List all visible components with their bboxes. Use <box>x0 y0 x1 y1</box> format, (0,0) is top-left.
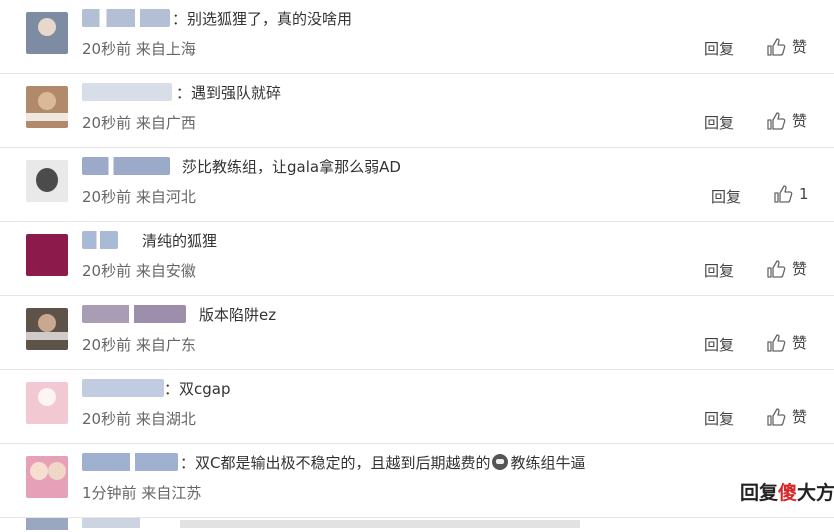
comment-time: 20秒前 <box>82 114 132 132</box>
reply-button[interactable]: 回复 <box>704 408 734 429</box>
username-blurred[interactable] <box>82 157 170 175</box>
comment-text-after: 教练组牛逼 <box>510 454 586 472</box>
comment-item: ：遇到强队就碎 20秒前 来自广西 回复 赞 <box>0 74 834 148</box>
username-blurred[interactable] <box>82 305 186 323</box>
like-button[interactable]: 赞 <box>766 258 807 279</box>
thumbs-up-icon <box>767 37 786 56</box>
watermark-part3: 大方 <box>797 482 834 504</box>
like-label: 赞 <box>792 38 808 56</box>
reply-button[interactable]: 回复 <box>704 38 734 59</box>
username-blurred[interactable] <box>82 379 164 397</box>
like-label: 赞 <box>792 408 808 426</box>
username-blurred[interactable] <box>82 518 140 528</box>
comment-location: 来自广东 <box>135 336 196 354</box>
avatar[interactable] <box>26 518 68 530</box>
like-button[interactable]: 赞 <box>766 406 807 427</box>
comment-text-before: ：双C都是输出极不稳定的，且越到后期越费的 <box>180 454 491 472</box>
username-blurred[interactable] <box>82 9 170 27</box>
comment-location: 来自湖北 <box>135 410 196 428</box>
like-label: 赞 <box>792 112 808 130</box>
like-button[interactable]: 赞 <box>766 332 807 353</box>
comment-item-partial <box>0 518 834 530</box>
reply-button[interactable]: 回复 <box>704 112 734 133</box>
like-count: 1 <box>799 185 809 203</box>
comment-time: 1分钟前 <box>82 484 137 502</box>
comment-item: ：双C都是输出极不稳定的，且越到后期越费的 教练组牛逼 1分钟前 来自江苏 回复 <box>0 444 834 518</box>
comment-location: 来自上海 <box>135 40 196 58</box>
comment-time: 20秒前 <box>82 40 132 58</box>
thumbs-up-icon <box>767 407 786 426</box>
comment-text: 莎比教练组，让gala拿那么弱AD <box>182 158 401 176</box>
username-blurred[interactable] <box>82 231 118 249</box>
thumbs-up-icon <box>767 259 786 278</box>
thumbs-up-icon <box>774 185 793 203</box>
face-emoji-icon <box>492 454 509 470</box>
comment-item: 莎比教练组，让gala拿那么弱AD 20秒前 来自河北 回复 1 <box>0 148 834 222</box>
avatar[interactable] <box>26 86 68 128</box>
avatar[interactable] <box>26 160 68 202</box>
comment-meta: 1分钟前 来自江苏 <box>82 482 201 503</box>
comment-item: 清纯的狐狸 20秒前 来自安徽 回复 赞 <box>0 222 834 296</box>
username-blurred[interactable] <box>82 83 172 101</box>
avatar[interactable] <box>26 456 68 498</box>
username-blurred[interactable] <box>82 453 178 471</box>
reply-button[interactable]: 回复 <box>704 260 734 281</box>
comment-text-cut <box>180 520 580 528</box>
comment-list: ：别选狐狸了，真的没啥用 20秒前 来自上海 回复 赞 ：遇到强队就碎 20秒前… <box>0 0 834 532</box>
like-label: 赞 <box>792 260 808 278</box>
comment-time: 20秒前 <box>82 188 132 206</box>
comment-time: 20秒前 <box>82 262 132 280</box>
like-label: 赞 <box>792 334 808 352</box>
watermark-part2: 傻 <box>778 482 798 504</box>
like-button[interactable]: 1 <box>773 184 809 204</box>
comment-text: 版本陷阱ez <box>199 306 277 324</box>
comment-item: ：双cgap 20秒前 来自湖北 回复 赞 <box>0 370 834 444</box>
comment-item: ：别选狐狸了，真的没啥用 20秒前 来自上海 回复 赞 <box>0 0 834 74</box>
like-button[interactable]: 赞 <box>766 110 807 131</box>
avatar[interactable] <box>26 308 68 350</box>
watermark: 回复傻大方 <box>740 478 834 505</box>
comment-time: 20秒前 <box>82 336 132 354</box>
comment-time: 20秒前 <box>82 410 132 428</box>
comment-meta: 20秒前 来自湖北 <box>82 408 196 429</box>
like-button[interactable]: 赞 <box>766 36 807 57</box>
comment-item: 版本陷阱ez 20秒前 来自广东 回复 赞 <box>0 296 834 370</box>
comment-meta: 20秒前 来自广东 <box>82 334 196 355</box>
watermark-part1: 回复 <box>740 482 779 504</box>
comment-meta: 20秒前 来自上海 <box>82 38 196 59</box>
comment-meta: 20秒前 来自安徽 <box>82 260 196 281</box>
avatar[interactable] <box>26 12 68 54</box>
comment-location: 来自河北 <box>135 188 196 206</box>
avatar[interactable] <box>26 382 68 424</box>
reply-button[interactable]: 回复 <box>704 334 734 355</box>
comment-location: 来自广西 <box>135 114 196 132</box>
comment-text: 清纯的狐狸 <box>142 232 218 250</box>
comment-meta: 20秒前 来自河北 <box>82 186 196 207</box>
thumbs-up-icon <box>767 111 786 130</box>
comment-text: ：双C都是输出极不稳定的，且越到后期越费的 教练组牛逼 <box>180 452 586 473</box>
comment-location: 来自江苏 <box>141 484 202 502</box>
comment-text: ：遇到强队就碎 <box>176 84 282 102</box>
thumbs-up-icon <box>767 333 786 352</box>
comment-text: ：双cgap <box>164 380 231 398</box>
comment-text: ：别选狐狸了，真的没啥用 <box>172 10 353 28</box>
avatar[interactable] <box>26 234 68 276</box>
comment-meta: 20秒前 来自广西 <box>82 112 196 133</box>
comment-location: 来自安徽 <box>135 262 196 280</box>
reply-button[interactable]: 回复 <box>711 186 741 207</box>
